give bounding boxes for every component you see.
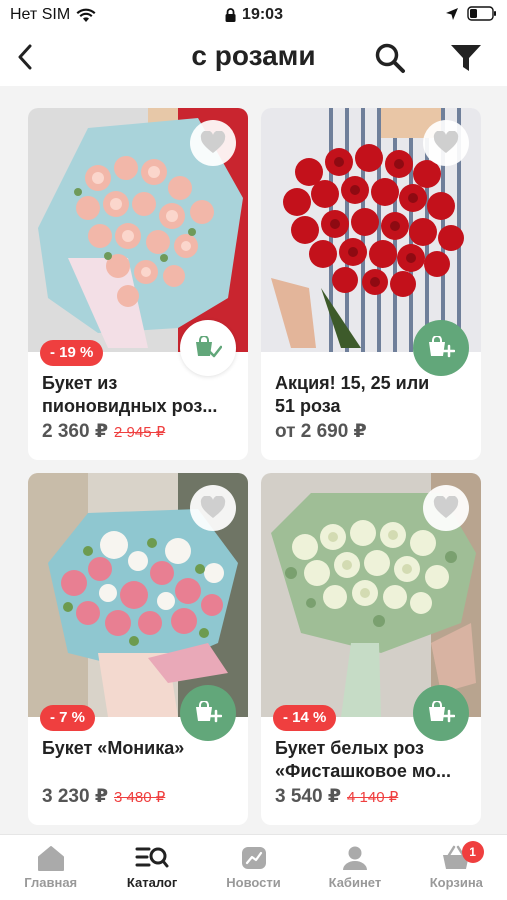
battery-icon [467,6,496,21]
heart-icon [433,496,459,518]
in-cart-button[interactable] [180,320,236,376]
tab-catalog[interactable]: Каталог [101,835,202,900]
status-bar: Нет SIM 19:03 [0,0,507,30]
filter-icon [451,45,481,71]
time-label: 19:03 [242,6,283,23]
profile-icon [342,846,367,870]
cart-check-icon [196,336,222,358]
tab-bar: Главная Каталог Новости Кабинет 1 Корзин… [0,834,507,900]
cart-plus-icon [429,336,455,358]
wifi-icon [76,8,96,22]
old-price: 2 945 ₽ [114,424,166,441]
filter-button[interactable] [448,40,484,76]
product-card[interactable]: - 14 % Букет белых роз «Фисташковое мо..… [261,473,481,825]
product-name: Акция! 15, 25 или 51 роза [275,373,430,416]
tab-news-label: Новости [226,875,281,890]
price-row: 3 230 ₽ 3 480 ₽ [42,785,165,808]
favorite-button[interactable] [190,485,236,531]
product-name: Букет из пионовидных роз... [42,373,218,416]
favorite-button[interactable] [190,120,236,166]
product-card[interactable]: Акция! 15, 25 или 51 роза от 2 690 ₽ [261,108,481,460]
discount-badge: - 19 % [40,340,104,366]
heart-icon [433,131,459,153]
heart-icon [200,131,226,153]
search-icon [375,43,405,73]
price: от 2 690 ₽ [275,421,367,442]
price-row: от 2 690 ₽ [275,420,367,443]
favorite-button[interactable] [423,485,469,531]
price-row: 2 360 ₽ 2 945 ₽ [42,420,165,443]
location-arrow-icon [446,7,458,20]
search-button[interactable] [372,40,408,76]
tab-profile-label: Кабинет [328,875,382,890]
carrier: Нет SIM [10,6,96,24]
cart-plus-icon [196,701,222,723]
tab-profile[interactable]: Кабинет [304,835,405,900]
add-to-cart-button[interactable] [180,685,236,741]
product-card[interactable]: - 19 % Букет из пионовидных роз... 2 360… [28,108,248,460]
tab-news[interactable]: Новости [203,835,304,900]
old-price: 3 480 ₽ [114,789,166,806]
back-button[interactable] [10,42,40,72]
tab-home[interactable]: Главная [0,835,101,900]
catalog-icon [135,847,169,868]
cart-plus-icon [429,701,455,723]
old-price: 4 140 ₽ [347,789,399,806]
lock-icon [225,7,236,22]
price-row: 3 540 ₽ 4 140 ₽ [275,785,398,808]
discount-badge: - 7 % [40,705,96,731]
navigation-bar: с розами [0,30,507,86]
tab-home-label: Главная [24,875,78,890]
clock: 19:03 [224,6,283,24]
favorite-button[interactable] [423,120,469,166]
product-name: Букет белых роз «Фисташковое мо... [275,738,451,781]
basket-count-badge: 1 [461,841,484,863]
add-to-cart-button[interactable] [413,685,469,741]
tab-basket[interactable]: 1 Корзина [406,835,507,900]
news-icon [241,847,266,869]
home-icon [37,846,64,871]
product-card[interactable]: - 7 % Букет «Моника» 3 230 ₽ 3 480 ₽ [28,473,248,825]
page-title: с розами [191,40,316,71]
discount-badge: - 14 % [273,705,337,731]
chevron-left-icon [18,44,32,70]
price: 3 230 ₽ [42,786,109,807]
price: 3 540 ₽ [275,786,342,807]
product-name: Букет «Моника» [42,738,185,758]
tab-catalog-label: Каталог [126,875,178,890]
tab-basket-label: Корзина [429,875,483,890]
status-right [445,6,497,21]
heart-icon [200,496,226,518]
price: 2 360 ₽ [42,421,109,442]
add-to-cart-button[interactable] [413,320,469,376]
carrier-label: Нет SIM [10,6,71,23]
